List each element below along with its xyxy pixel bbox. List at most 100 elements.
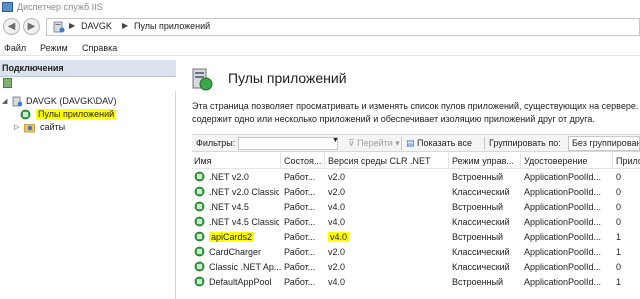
app-pools-page-icon — [192, 68, 213, 91]
go-label: Перейти — [357, 138, 393, 148]
collapse-icon[interactable]: ◢ — [2, 97, 7, 105]
pool-identity: ApplicationPoolId... — [524, 172, 602, 182]
pool-apps: 0 — [616, 262, 622, 272]
pool-apps: 0 — [616, 187, 622, 197]
pool-status: Работ... — [284, 262, 316, 272]
start-page-icon[interactable] — [3, 78, 12, 88]
menu-bar: Файл Режим Справка — [0, 40, 640, 56]
app-pool-icon — [20, 109, 31, 120]
pool-name: DefaultAppPool — [209, 277, 272, 287]
pool-status: Работ... — [284, 187, 316, 197]
table-row[interactable]: CardCharger Работ... v2.0 Классический A… — [192, 245, 640, 260]
column-header-name[interactable]: Имя — [194, 156, 280, 166]
connections-toolbar — [0, 77, 176, 91]
breadcrumb-separator: ▶ — [69, 21, 76, 30]
pool-clr: v4.0 — [328, 217, 346, 227]
pool-status: Работ... — [284, 247, 316, 257]
pool-pipeline: Классический — [452, 262, 510, 272]
connections-header: Подключения — [0, 60, 176, 77]
description-line: содержит одно или несколько приложений и… — [192, 114, 595, 124]
table-row[interactable]: DefaultAppPool Работ... v4.0 Встроенный … — [192, 275, 640, 290]
connections-pane: Подключения ◢ DAVGK (DAVGK\DAV) Пулы при… — [0, 60, 176, 299]
table-row[interactable]: .NET v4.5 Classic Работ... v4.0 Классиче… — [192, 215, 640, 230]
pool-clr: v2.0 — [328, 187, 346, 197]
column-header-identity[interactable]: Удостоверение — [524, 156, 608, 166]
app-pool-icon — [194, 201, 205, 212]
menu-help[interactable]: Справка — [82, 43, 117, 53]
pool-pipeline: Встроенный — [452, 232, 504, 242]
table-row[interactable]: Classic .NET Ap... Работ... v2.0 Классич… — [192, 260, 640, 275]
filter-label: Фильтры: — [196, 138, 236, 148]
pool-identity: ApplicationPoolId... — [524, 247, 602, 257]
table-row[interactable]: .NET v4.5 Работ... v4.0 Встроенный Appli… — [192, 200, 640, 215]
server-icon — [53, 21, 65, 33]
iis-app-icon — [2, 2, 13, 12]
pool-apps: 0 — [616, 217, 622, 227]
pool-name: .NET v4.5 Classic — [209, 217, 279, 227]
tree-item-label: Пулы приложений — [36, 109, 117, 119]
back-button[interactable]: ◀ — [3, 18, 20, 35]
table-row[interactable]: apiCards2 Работ... v4.0 Встроенный Appli… — [192, 230, 640, 245]
expand-icon[interactable]: ▷ — [14, 123, 19, 131]
table-row[interactable]: .NET v2.0 Classic Работ... v2.0 Классиче… — [192, 185, 640, 200]
pool-clr: v4.0 — [328, 277, 346, 287]
main-pane: Пулы приложений Эта страница позволяет п… — [177, 60, 640, 299]
filter-dropdown-icon[interactable]: ▼ — [332, 137, 339, 144]
separator — [401, 137, 402, 150]
menu-file[interactable]: Файл — [4, 43, 26, 53]
show-all-button[interactable]: ▤ Показать все — [406, 138, 472, 149]
page-title: Пулы приложений — [228, 70, 347, 86]
breadcrumb-server[interactable]: DAVGK — [81, 21, 112, 31]
server-icon — [12, 96, 23, 107]
pool-status: Работ... — [284, 202, 316, 212]
pool-status: Работ... — [284, 172, 316, 182]
pool-name: .NET v2.0 — [209, 172, 249, 182]
filter-input[interactable] — [238, 137, 338, 150]
column-header-status[interactable]: Состоя... — [284, 156, 324, 166]
pool-name: .NET v4.5 — [209, 202, 249, 212]
menu-view[interactable]: Режим — [40, 43, 68, 53]
column-header-clr[interactable]: Версия среды CLR .NET — [328, 156, 446, 166]
pool-apps: 1 — [616, 277, 622, 287]
description-line: Эта страница позволяет просматривать и и… — [192, 101, 640, 111]
pool-name: .NET v2.0 Classic — [209, 187, 279, 197]
pool-identity: ApplicationPoolId... — [524, 232, 602, 242]
show-all-icon: ▤ — [406, 138, 415, 148]
pool-clr: v2.0 — [328, 262, 346, 272]
breadcrumb-app-pools[interactable]: Пулы приложений — [134, 21, 210, 31]
forward-button[interactable]: ▶ — [23, 18, 40, 35]
pool-name: CardCharger — [209, 247, 262, 257]
page-description: Эта страница позволяет просматривать и и… — [192, 100, 640, 126]
pool-status: Работ... — [284, 232, 316, 242]
pool-status: Работ... — [284, 277, 316, 287]
show-all-label: Показать все — [417, 138, 472, 148]
pool-pipeline: Встроенный — [452, 277, 504, 287]
pool-identity: ApplicationPoolId... — [524, 262, 602, 272]
app-pool-icon — [194, 171, 205, 182]
pool-pipeline: Классический — [452, 187, 510, 197]
pool-clr-highlight: v4.0 — [328, 232, 350, 242]
go-button[interactable]: ⊽ Перейти ▾ — [348, 138, 400, 149]
sites-folder-icon — [24, 124, 35, 133]
pool-name: Classic .NET Ap... — [209, 262, 281, 272]
pool-clr: v2.0 — [328, 172, 346, 182]
app-pools-table: Имя Состоя... Версия среды CLR .NET Режи… — [192, 153, 640, 299]
tree-server-label: DAVGK (DAVGK\DAV) — [26, 96, 117, 106]
pool-identity: ApplicationPoolId... — [524, 202, 602, 212]
app-pool-icon — [194, 231, 205, 242]
pool-apps: 1 — [616, 232, 622, 242]
pool-pipeline: Классический — [452, 217, 510, 227]
column-header-apps[interactable]: Прило — [616, 156, 640, 166]
pool-apps: 0 — [616, 172, 622, 182]
app-pool-icon — [194, 276, 205, 287]
column-header-pipeline[interactable]: Режим управ... — [452, 156, 518, 166]
table-row[interactable]: .NET v2.0 Работ... v2.0 Встроенный Appli… — [192, 170, 640, 185]
address-bar: ◀ ▶ ▶ DAVGK ▶ Пулы приложений — [0, 15, 640, 39]
pool-clr: v4.0 — [328, 232, 350, 242]
group-by-select[interactable]: Без группирования — [568, 136, 640, 151]
breadcrumb[interactable]: ▶ DAVGK ▶ Пулы приложений — [46, 18, 640, 36]
app-pool-icon — [194, 186, 205, 197]
filter-bar: Фильтры: ▼ ⊽ Перейти ▾ ▤ Показать все Гр… — [192, 134, 640, 152]
separator — [484, 137, 485, 150]
pool-pipeline: Встроенный — [452, 202, 504, 212]
